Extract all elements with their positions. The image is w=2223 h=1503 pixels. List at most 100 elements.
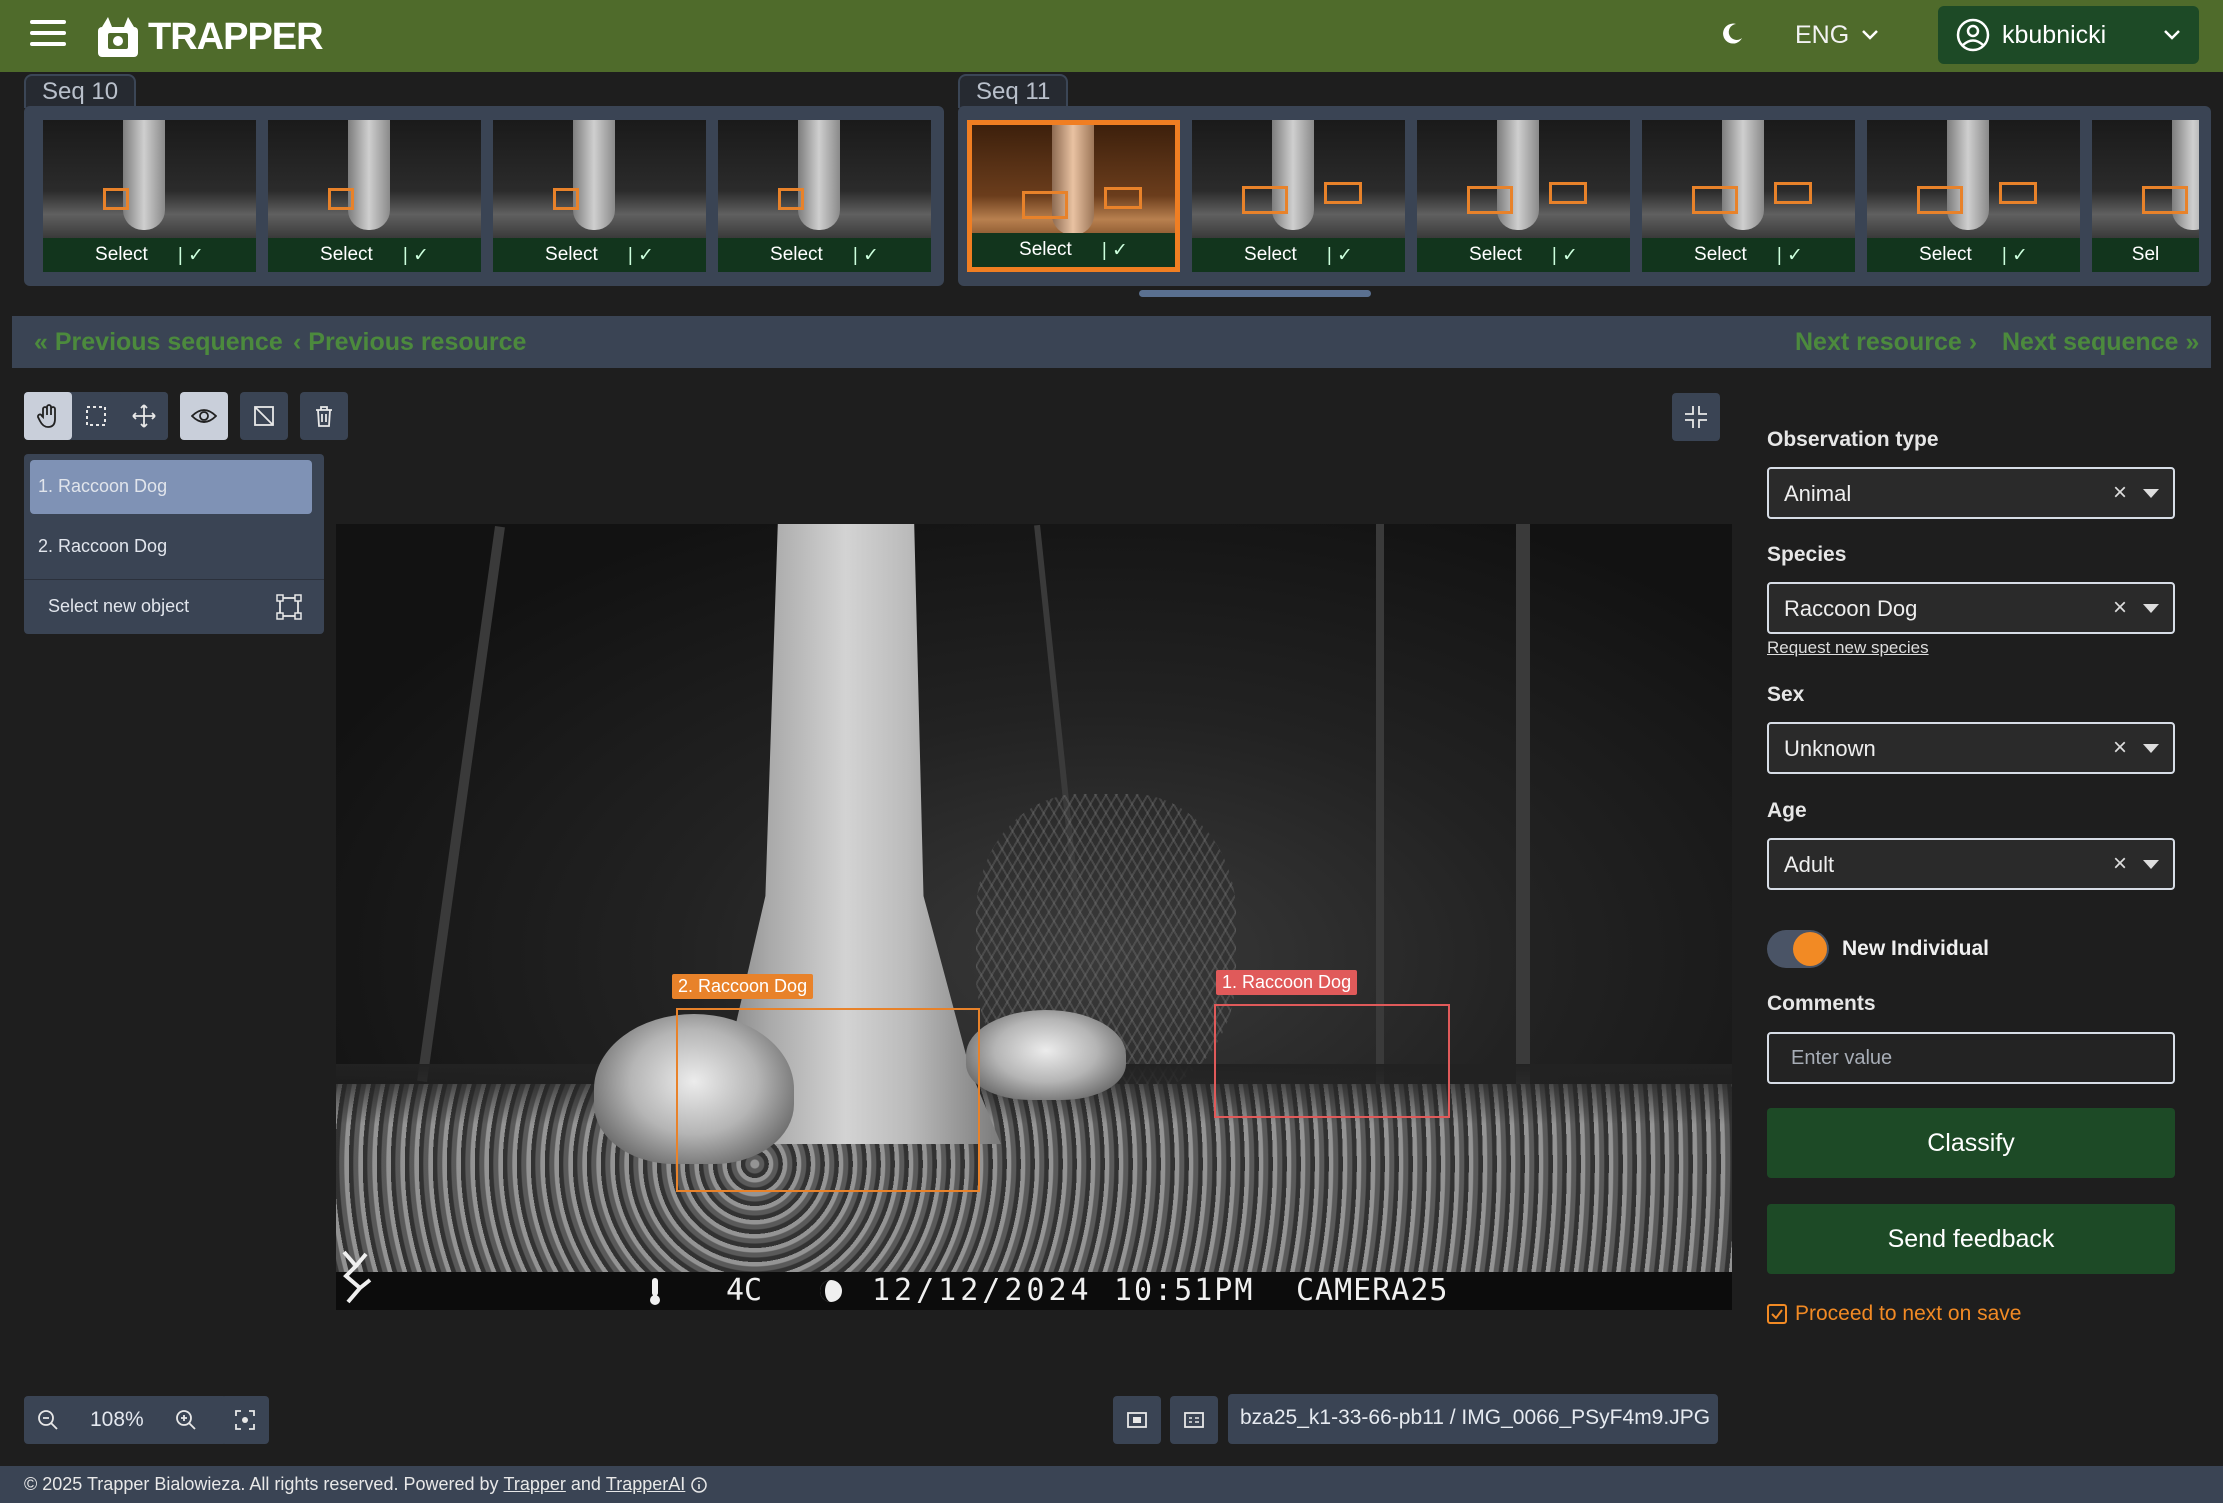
move-tool-button[interactable]	[120, 392, 168, 440]
thumbnail-select-bar[interactable]: Sel	[2092, 238, 2199, 272]
menu-icon[interactable]	[30, 20, 66, 48]
check-icon[interactable]: | ✓	[178, 244, 204, 267]
thumbnail-select-bar[interactable]: Select | ✓	[268, 238, 481, 272]
metadata-button[interactable]	[1170, 1396, 1218, 1444]
object-item[interactable]: 1. Raccoon Dog	[30, 460, 312, 514]
horizontal-scrollbar[interactable]	[1139, 290, 1371, 297]
dropdown-arrow-icon[interactable]	[2143, 604, 2159, 613]
check-icon[interactable]: | ✓	[2002, 244, 2028, 267]
clear-icon[interactable]: ×	[2113, 479, 2127, 507]
box-select-tool-button[interactable]	[72, 392, 120, 440]
thumbnail-select-bar[interactable]: Select | ✓	[1192, 238, 1405, 272]
request-new-species-link[interactable]: Request new species	[1767, 638, 1929, 658]
proceed-next-checkbox[interactable]: Proceed to next on save	[1767, 1302, 2021, 1326]
collapse-icon	[1685, 406, 1707, 428]
thumbnail-select-bar[interactable]: Select | ✓	[1417, 238, 1630, 272]
zoom-out-icon[interactable]	[36, 1408, 60, 1432]
sequence-thumbnail[interactable]: Select | ✓	[1642, 120, 1855, 272]
trapper-link[interactable]: Trapper	[504, 1474, 566, 1495]
object-item[interactable]: 2. Raccoon Dog	[30, 520, 312, 574]
sequence-thumbnail[interactable]: Select | ✓	[43, 120, 256, 272]
thumbnail-bounding-box	[1549, 182, 1587, 204]
dropdown-arrow-icon[interactable]	[2143, 744, 2159, 753]
sex-value: Unknown	[1784, 736, 1876, 761]
thumbnail-select-bar[interactable]: Select | ✓	[1642, 238, 1855, 272]
sequence-thumbnail[interactable]: Select | ✓	[268, 120, 481, 272]
observation-type-select[interactable]: Animal ×	[1767, 467, 2175, 519]
previous-sequence-link[interactable]: « Previous sequence	[34, 328, 283, 357]
moon-phase-icon	[820, 1280, 842, 1302]
sex-select[interactable]: Unknown ×	[1767, 722, 2175, 774]
fit-to-screen-button[interactable]	[221, 1396, 269, 1444]
thermometer-icon	[650, 1278, 660, 1305]
check-icon[interactable]: | ✓	[1327, 244, 1353, 267]
clear-icon[interactable]: ×	[2113, 594, 2127, 622]
delete-button[interactable]	[300, 392, 348, 440]
comments-label: Comments	[1767, 992, 1876, 1015]
thumbnail-bounding-box	[1917, 186, 1963, 214]
thumbnail-bounding-box	[328, 188, 354, 210]
sequence-thumbnail[interactable]: Select | ✓	[1867, 120, 2080, 272]
thumbnail-bounding-box	[1999, 182, 2037, 204]
check-icon[interactable]: | ✓	[403, 244, 429, 267]
check-icon[interactable]: | ✓	[853, 244, 879, 267]
info-icon[interactable]	[690, 1476, 708, 1494]
pan-tool-button[interactable]	[24, 392, 72, 440]
thumbnail-select-bar[interactable]: Select | ✓	[493, 238, 706, 272]
trash-icon	[316, 406, 332, 427]
new-individual-toggle[interactable]	[1767, 930, 1829, 968]
sequence-tab[interactable]: Seq 11	[958, 74, 1069, 108]
annotation-label: 2. Raccoon Dog	[672, 974, 814, 999]
sequence-thumbnail[interactable]: Select | ✓	[1417, 120, 1630, 272]
sequence-thumbnail[interactable]: Select | ✓	[718, 120, 931, 272]
sequence-tab[interactable]: Seq 10	[24, 74, 137, 108]
image-filename: bza25_k1-33-66-pb11 / IMG_0066_PSyF4m9.J…	[1228, 1394, 1718, 1444]
sequence-thumbnail[interactable]: Select | ✓	[1192, 120, 1405, 272]
classify-button[interactable]: Classify	[1767, 1108, 2175, 1178]
comments-input[interactable]	[1767, 1032, 2175, 1084]
select-label: Select	[1694, 244, 1747, 265]
app-logo[interactable]: TRAPPER	[94, 12, 324, 62]
toggle-knob	[1793, 932, 1827, 966]
sequence-thumbnail[interactable]: Select | ✓	[967, 120, 1180, 272]
dropdown-arrow-icon[interactable]	[2143, 489, 2159, 498]
thumbnail-select-bar[interactable]: Select | ✓	[718, 238, 931, 272]
species-select[interactable]: Raccoon Dog ×	[1767, 582, 2175, 634]
thumbnail-select-bar[interactable]: Select | ✓	[43, 238, 256, 272]
check-icon[interactable]: | ✓	[628, 244, 654, 267]
select-new-object-button[interactable]: Select new object	[24, 579, 324, 634]
dropdown-arrow-icon[interactable]	[2143, 860, 2159, 869]
previous-resource-link[interactable]: ‹ Previous resource	[293, 328, 526, 357]
dark-mode-icon[interactable]	[1718, 20, 1746, 48]
image-info-button[interactable]	[1113, 1396, 1161, 1444]
user-menu[interactable]: kbubnicki	[1938, 6, 2199, 64]
bounding-box-1[interactable]	[1214, 1004, 1450, 1118]
clear-icon[interactable]: ×	[2113, 734, 2127, 762]
thumbnail-select-bar[interactable]: Select | ✓	[972, 233, 1175, 267]
language-selector[interactable]: ENG	[1795, 18, 1879, 52]
thumbnail-image	[43, 120, 256, 238]
thumbnail-select-bar[interactable]: Select | ✓	[1867, 238, 2080, 272]
next-resource-link[interactable]: Next resource ›	[1795, 328, 1977, 357]
stamp-time: 10:51PM	[1114, 1273, 1255, 1308]
username: kbubnicki	[2002, 20, 2107, 49]
camera-trap-image[interactable]: 2. Raccoon Dog 1. Raccoon Dog 4C 12/12/2…	[336, 524, 1732, 1310]
clear-icon[interactable]: ×	[2113, 850, 2127, 878]
zoom-in-icon[interactable]	[174, 1408, 198, 1432]
next-sequence-link[interactable]: Next sequence »	[2002, 328, 2199, 357]
hide-boxes-button[interactable]	[240, 392, 288, 440]
toggle-visibility-button[interactable]	[180, 392, 228, 440]
chevron-down-icon	[1862, 30, 1879, 40]
check-icon[interactable]: | ✓	[1102, 239, 1128, 262]
check-icon[interactable]: | ✓	[1777, 244, 1803, 267]
sex-label: Sex	[1767, 683, 1805, 706]
age-select[interactable]: Adult ×	[1767, 838, 2175, 890]
sequence-thumbnail[interactable]: Select | ✓	[493, 120, 706, 272]
check-icon[interactable]: | ✓	[1552, 244, 1578, 267]
proceed-next-label: Proceed to next on save	[1795, 1302, 2022, 1325]
sequence-thumbnail[interactable]: Sel	[2092, 120, 2199, 272]
send-feedback-button[interactable]: Send feedback	[1767, 1204, 2175, 1274]
bounding-box-2[interactable]	[676, 1008, 980, 1192]
trapperai-link[interactable]: TrapperAI	[606, 1474, 685, 1495]
collapse-view-button[interactable]	[1672, 393, 1720, 441]
